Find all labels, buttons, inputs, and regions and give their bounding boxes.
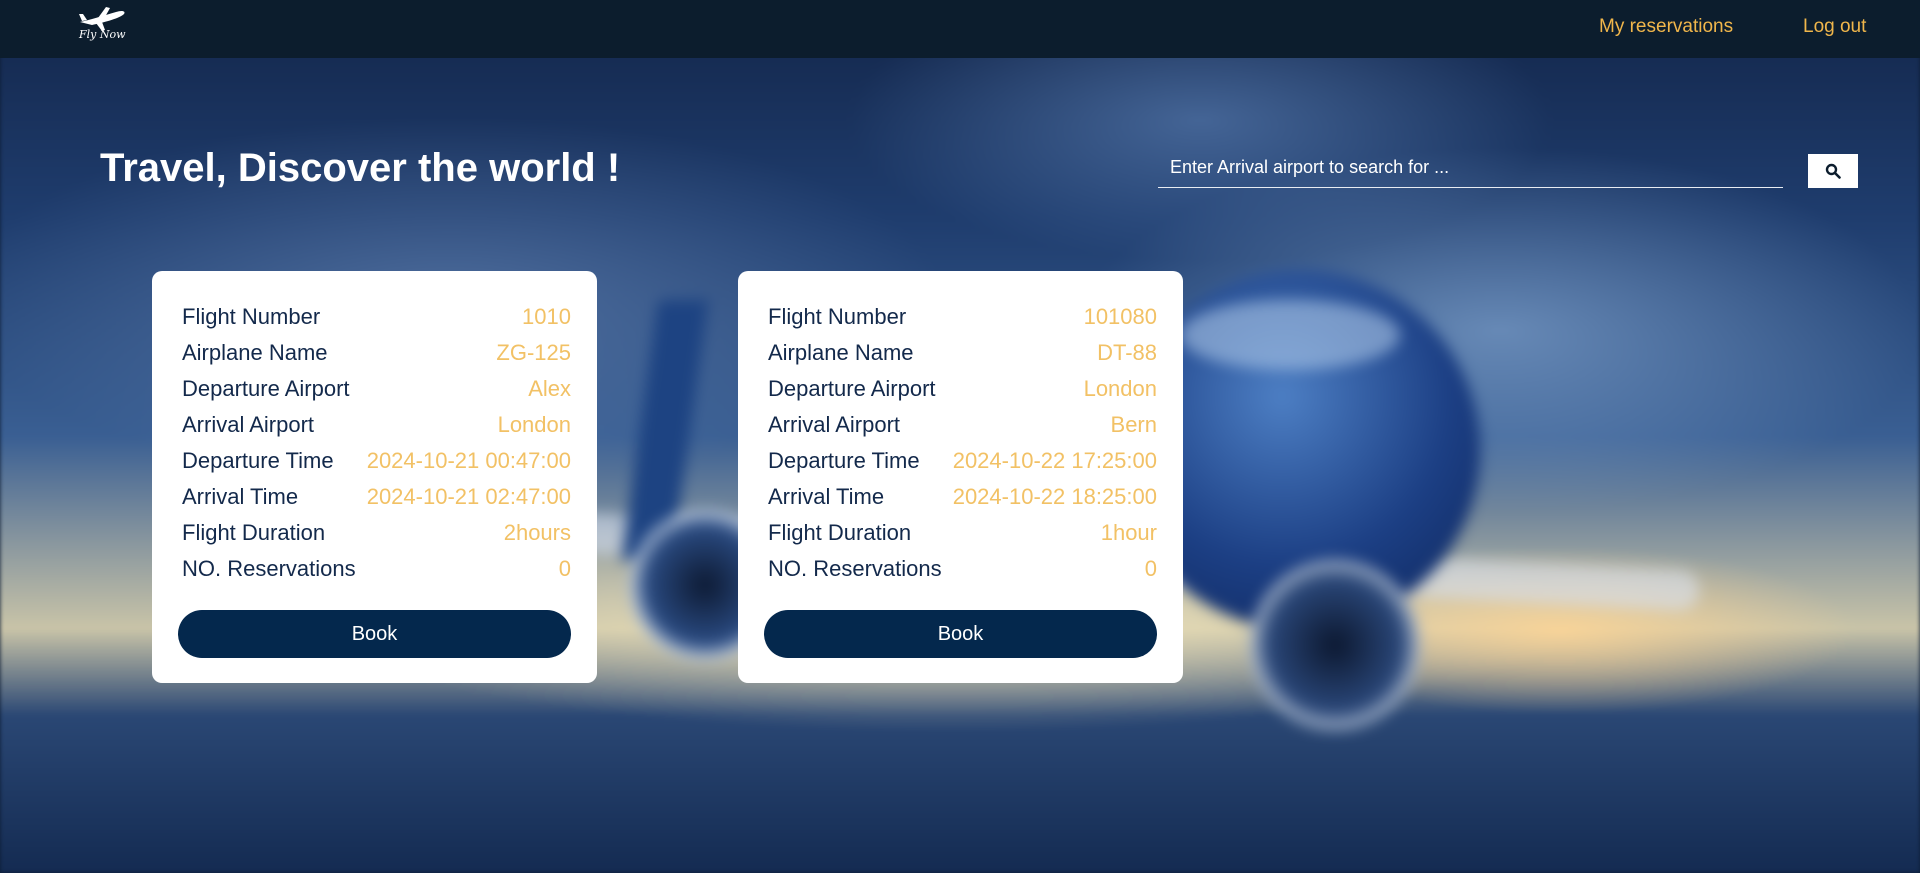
navbar: Fly Now My reservations Log out: [0, 0, 1920, 58]
departure-time-label: Departure Time: [182, 448, 334, 473]
airplane-name-value: ZG-125: [496, 340, 571, 365]
logo[interactable]: [76, 4, 130, 48]
arrival-time-row: Arrival Time 2024-10-21 02:47:00: [182, 479, 571, 515]
departure-time-label: Departure Time: [768, 448, 920, 473]
flight-duration-label: Flight Duration: [768, 520, 912, 545]
book-button[interactable]: Book: [178, 610, 571, 658]
background-airplane-cockpit: [1180, 300, 1400, 370]
departure-time-value: 2024-10-21 00:47:00: [366, 448, 571, 473]
flight-duration-label: Flight Duration: [182, 520, 326, 545]
reservations-row: NO. Reservations 0: [182, 551, 571, 587]
arrival-airport-value: London: [497, 412, 571, 437]
flight-number-label: Flight Number: [768, 304, 907, 329]
departure-time-row: Departure Time 2024-10-22 17:25:00: [768, 443, 1157, 479]
departure-time-row: Departure Time 2024-10-21 00:47:00: [182, 443, 571, 479]
logo-text: Fly Now: [79, 28, 126, 41]
reservations-label: NO. Reservations: [768, 556, 942, 581]
departure-time-value: 2024-10-22 17:25:00: [952, 448, 1157, 473]
arrival-time-value: 2024-10-21 02:47:00: [366, 484, 571, 509]
nav-my-reservations-link[interactable]: My reservations: [1599, 16, 1733, 38]
airplane-name-label: Airplane Name: [768, 340, 914, 365]
flight-number-row: Flight Number 101080: [768, 299, 1157, 335]
search-icon: [1825, 163, 1841, 179]
arrival-airport-value: Bern: [1110, 412, 1157, 437]
reservations-value: 0: [558, 556, 571, 581]
arrival-airport-label: Arrival Airport: [182, 412, 315, 437]
flight-card: Flight Number 1010 Airplane Name ZG-125 …: [152, 271, 597, 683]
arrival-time-label: Arrival Time: [768, 484, 885, 509]
arrival-airport-row: Arrival Airport Bern: [768, 407, 1157, 443]
departure-airport-row: Departure Airport Alex: [182, 371, 571, 407]
departure-airport-value: Alex: [528, 376, 571, 401]
arrival-time-value: 2024-10-22 18:25:00: [952, 484, 1157, 509]
flight-card: Flight Number 101080 Airplane Name DT-88…: [738, 271, 1183, 683]
airplane-name-row: Airplane Name DT-88: [768, 335, 1157, 371]
departure-airport-row: Departure Airport London: [768, 371, 1157, 407]
flight-number-label: Flight Number: [182, 304, 321, 329]
arrival-airport-label: Arrival Airport: [768, 412, 901, 437]
book-button[interactable]: Book: [764, 610, 1157, 658]
flight-duration-row: Flight Duration 1hour: [768, 515, 1157, 551]
flight-duration-value: 2hours: [503, 520, 571, 545]
departure-airport-label: Departure Airport: [768, 376, 936, 401]
flight-duration-row: Flight Duration 2hours: [182, 515, 571, 551]
arrival-time-label: Arrival Time: [182, 484, 299, 509]
search-input[interactable]: [1158, 148, 1783, 188]
airplane-name-value: DT-88: [1097, 340, 1157, 365]
background-airplane-engine-right: [1250, 560, 1420, 730]
departure-airport-value: London: [1083, 376, 1157, 401]
flight-number-value: 1010: [522, 304, 571, 329]
reservations-row: NO. Reservations 0: [768, 551, 1157, 587]
arrival-airport-row: Arrival Airport London: [182, 407, 571, 443]
search-button[interactable]: [1808, 154, 1858, 188]
reservations-value: 0: [1144, 556, 1157, 581]
arrival-time-row: Arrival Time 2024-10-22 18:25:00: [768, 479, 1157, 515]
hero-title: Travel, Discover the world !: [100, 146, 621, 190]
flight-duration-value: 1hour: [1100, 520, 1157, 545]
nav-logout-link[interactable]: Log out: [1803, 16, 1866, 38]
reservations-label: NO. Reservations: [182, 556, 356, 581]
departure-airport-label: Departure Airport: [182, 376, 350, 401]
airplane-name-label: Airplane Name: [182, 340, 328, 365]
flight-number-row: Flight Number 1010: [182, 299, 571, 335]
airplane-name-row: Airplane Name ZG-125: [182, 335, 571, 371]
flight-number-value: 101080: [1083, 304, 1157, 329]
